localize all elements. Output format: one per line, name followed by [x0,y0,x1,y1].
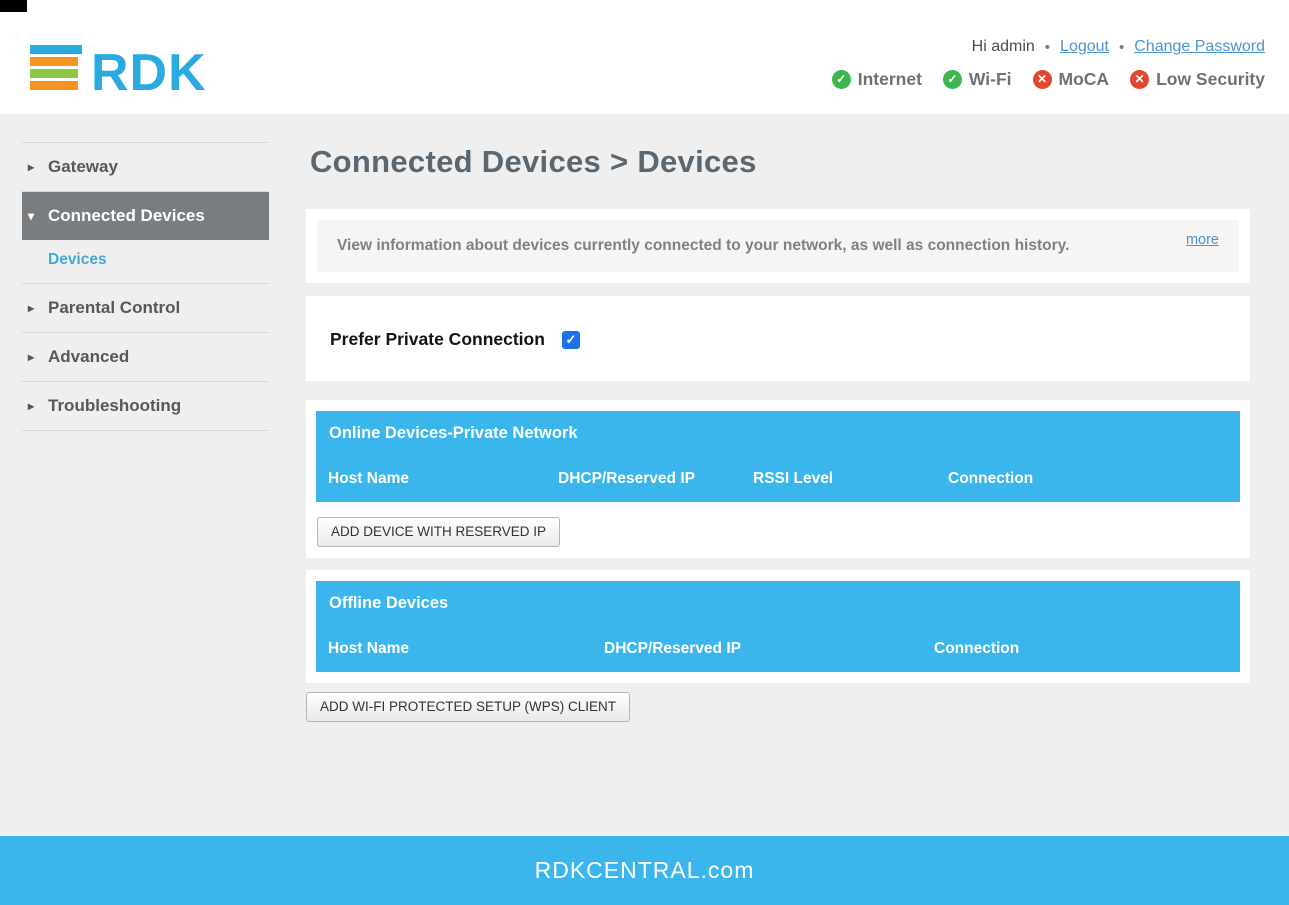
logo-bar-green [30,69,78,78]
prefer-private-card: Prefer Private Connection ✓ [306,296,1250,381]
sidebar-item-parental-control[interactable]: ▸ Parental Control [22,283,269,332]
status-label: Wi-Fi [969,69,1012,90]
info-text: View information about devices currently… [337,234,1107,258]
logo-bar-blue [30,45,82,54]
column-rssi-level: RSSI Level [753,470,948,488]
chevron-right-icon: ▸ [28,350,38,364]
rdk-logo-bars-icon [30,45,82,95]
status-label: MoCA [1059,69,1110,90]
column-dhcp-reserved-ip: DHCP/Reserved IP [604,640,934,658]
logo-text: RDK [91,52,207,95]
sidebar-item-label: Troubleshooting [48,396,181,416]
column-connection: Connection [948,470,1228,488]
footer-brand-text: RDKCENTRAL.com [535,857,755,884]
status-wifi: ✓ Wi-Fi [943,69,1012,90]
column-host-name: Host Name [328,470,558,488]
cross-circle-icon: ✕ [1033,70,1052,89]
online-devices-table-header: Online Devices-Private Network Host Name… [316,411,1240,502]
more-link[interactable]: more [1186,232,1219,248]
sidebar-item-connected-devices[interactable]: ▾ Connected Devices [22,191,269,240]
chevron-right-icon: ▸ [28,399,38,413]
status-row: ✓ Internet ✓ Wi-Fi ✕ MoCA ✕ Low Security [832,69,1265,90]
chevron-down-icon: ▾ [28,209,38,223]
status-low-security: ✕ Low Security [1130,69,1265,90]
screen-corner-artifact [0,0,27,12]
add-device-reserved-ip-button[interactable]: ADD DEVICE WITH RESERVED IP [317,517,560,547]
offline-devices-table-header: Offline Devices Host Name DHCP/Reserved … [316,581,1240,672]
header-right: Hi admin • Logout • Change Password ✓ In… [832,38,1265,90]
online-devices-card: Online Devices-Private Network Host Name… [306,400,1250,558]
page-title: Connected Devices > Devices [310,144,1250,180]
status-label: Internet [858,69,922,90]
sidebar-item-gateway[interactable]: ▸ Gateway [22,142,269,191]
add-wps-client-button[interactable]: ADD WI-FI PROTECTED SETUP (WPS) CLIENT [306,692,630,722]
online-table-columns: Host Name DHCP/Reserved IP RSSI Level Co… [328,470,1228,488]
offline-devices-card: Offline Devices Host Name DHCP/Reserved … [306,570,1250,683]
logo-bar-orange [30,57,78,66]
sidebar-item-troubleshooting[interactable]: ▸ Troubleshooting [22,381,269,430]
check-circle-icon: ✓ [943,70,962,89]
cross-circle-icon: ✕ [1130,70,1149,89]
sidebar-item-devices[interactable]: Devices [22,240,269,283]
offline-table-columns: Host Name DHCP/Reserved IP Connection [328,640,1228,658]
chevron-right-icon: ▸ [28,160,38,174]
sidebar-nav: ▸ Gateway ▾ Connected Devices Devices ▸ … [22,142,269,431]
offline-table-title: Offline Devices [328,594,1228,613]
main-content: Connected Devices > Devices View informa… [306,128,1250,722]
check-circle-icon: ✓ [832,70,851,89]
footer-bar: RDKCENTRAL.com [0,836,1289,905]
column-connection: Connection [934,640,1228,658]
online-table-title: Online Devices-Private Network [328,424,1228,443]
logo-bar-orange [30,81,78,90]
rdk-logo[interactable]: RDK [30,45,207,95]
account-row: Hi admin • Logout • Change Password [832,38,1265,56]
info-inner-box: View information about devices currently… [317,220,1239,272]
prefer-private-checkbox[interactable]: ✓ [562,331,580,349]
status-label: Low Security [1156,69,1265,90]
separator-dot: • [1045,39,1050,56]
separator-dot: • [1119,39,1124,56]
sidebar-item-label: Advanced [48,347,129,367]
logout-link[interactable]: Logout [1060,38,1109,56]
chevron-right-icon: ▸ [28,301,38,315]
info-card: View information about devices currently… [306,209,1250,283]
sidebar-item-advanced[interactable]: ▸ Advanced [22,332,269,381]
sidebar-item-label: Connected Devices [48,206,205,226]
sidebar-item-label: Gateway [48,157,118,177]
sidebar-divider [22,430,269,431]
prefer-private-label: Prefer Private Connection [330,329,545,350]
sidebar-item-label: Parental Control [48,298,180,318]
status-internet: ✓ Internet [832,69,922,90]
top-header: RDK Hi admin • Logout • Change Password … [0,0,1289,114]
change-password-link[interactable]: Change Password [1134,38,1265,56]
status-moca: ✕ MoCA [1033,69,1110,90]
greeting-text: Hi admin [972,38,1035,56]
column-dhcp-reserved-ip: DHCP/Reserved IP [558,470,753,488]
column-host-name: Host Name [328,640,604,658]
